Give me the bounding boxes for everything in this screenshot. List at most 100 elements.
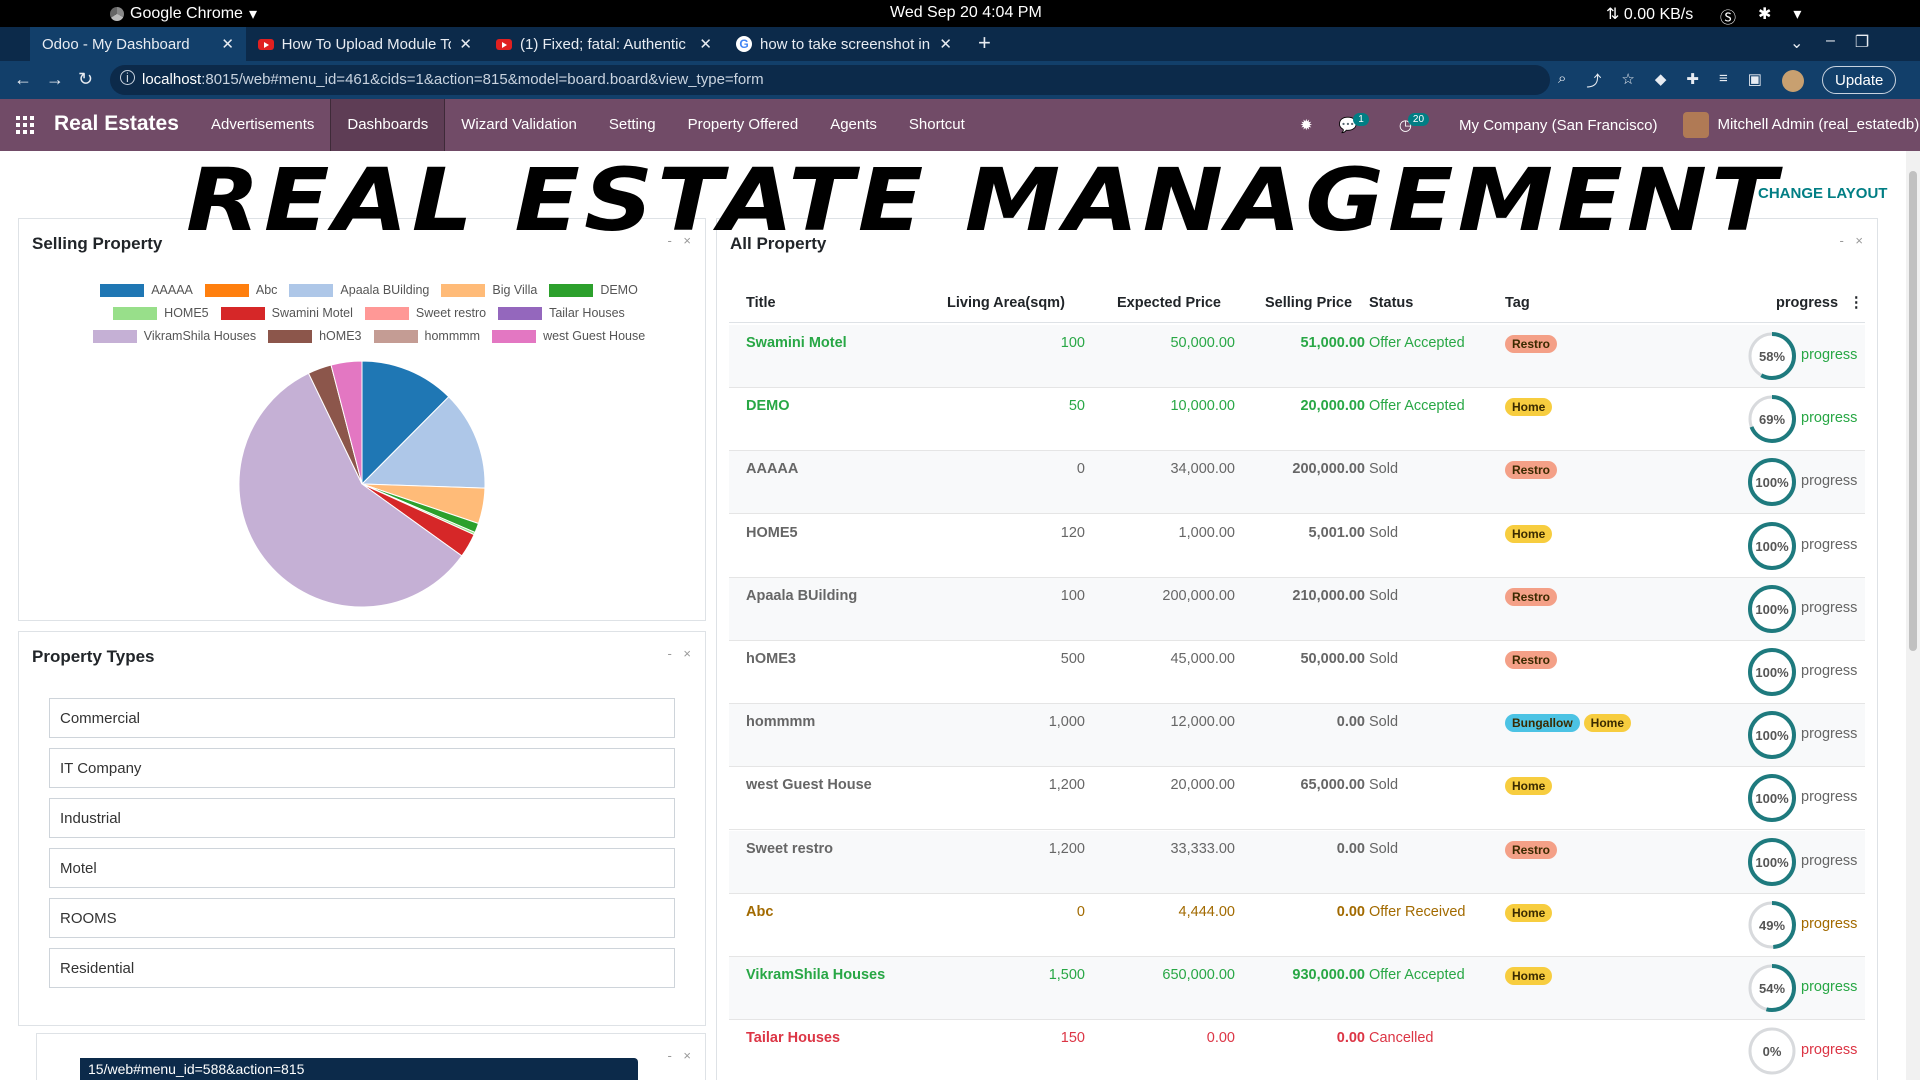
type-item-residential[interactable]: Residential — [49, 948, 675, 988]
back-arrow-icon[interactable]: ← — [14, 69, 32, 90]
page-scrollbar[interactable] — [1906, 151, 1920, 1080]
col-title[interactable]: Title — [746, 295, 776, 311]
table-row[interactable]: HOME5 120 1,000.00 5,001.00 Sold Home 100% prog… — [729, 515, 1865, 578]
legend-item[interactable]: hommmm — [373, 329, 480, 343]
legend-swatch — [92, 329, 137, 343]
legend-item[interactable]: Abc — [204, 283, 277, 297]
table-row[interactable]: Abc 0 4,444.00 0.00 Offer Received Home 49% pro… — [729, 894, 1865, 957]
tab-upload-module[interactable]: How To Upload Module To ✕ — [246, 27, 484, 61]
menu-property-offered[interactable]: Property Offered — [672, 99, 815, 151]
menu-dashboards[interactable]: Dashboards — [330, 99, 446, 151]
table-row[interactable]: Tailar Houses 150 0.00 0.00 Cancelled 0% progr… — [729, 1020, 1865, 1080]
os-top-bar: Google Chrome ▾ Wed Sep 20 4:04 PM ⇅ 0.0… — [0, 0, 1920, 27]
panel-controls[interactable]: - × — [667, 1048, 695, 1063]
maximize-icon[interactable]: ❐ — [1855, 32, 1869, 52]
table-row[interactable]: hommmm 1,000 12,000.00 0.00 Sold Bungallow Hom… — [729, 704, 1865, 768]
forward-arrow-icon[interactable]: → — [46, 69, 64, 90]
tab-odoo-dashboard[interactable]: Odoo - My Dashboard ✕ — [30, 27, 246, 61]
selling-property-panel: Selling Property - × AAAAA Abc Apaala BUil… — [18, 218, 706, 621]
side-panel-icon[interactable]: ▣ — [1748, 70, 1762, 92]
legend-item[interactable]: Tailar Houses — [498, 306, 625, 320]
menu-shortcut[interactable]: Shortcut — [893, 99, 981, 151]
panel-controls[interactable]: - × — [667, 646, 695, 661]
table-row[interactable]: hOME3 500 45,000.00 50,000.00 Sold Restro 100%… — [729, 641, 1865, 704]
col-expected-price[interactable]: Expected Price — [1117, 295, 1221, 311]
col-selling-price[interactable]: Selling Price — [1265, 295, 1352, 311]
scrollbar-thumb[interactable] — [1909, 171, 1917, 651]
col-living-area[interactable]: Living Area(sqm) — [947, 295, 1065, 311]
menu-setting[interactable]: Setting — [593, 99, 672, 151]
clock[interactable]: Wed Sep 20 4:04 PM — [890, 4, 1042, 22]
legend-item[interactable]: HOME5 — [113, 306, 209, 320]
new-tab-plus-icon[interactable]: + — [978, 30, 991, 56]
col-status[interactable]: Status — [1369, 295, 1413, 311]
cell-tags: Restro — [1505, 840, 1561, 859]
table-row[interactable]: DEMO 50 10,000.00 20,000.00 Offer Accepted Ho… — [729, 388, 1865, 452]
table-row[interactable]: west Guest House 1,200 20,000.00 65,000.00 S… — [729, 767, 1865, 831]
menu-agents[interactable]: Agents — [814, 99, 893, 151]
progress-label: progress — [1801, 852, 1858, 869]
col-progress[interactable]: progress — [1776, 295, 1838, 311]
app-menu[interactable]: Google Chrome ▾ — [110, 4, 257, 24]
menu-advertisements[interactable]: Advertisements — [195, 99, 330, 151]
type-item-rooms[interactable]: ROOMS — [49, 898, 675, 938]
tab-screenshot-search[interactable]: G how to take screenshot in ✕ — [724, 27, 964, 61]
progress-percent: 100% — [1755, 728, 1789, 743]
legend-item[interactable]: Swamini Motel — [220, 306, 353, 320]
close-icon[interactable]: ✕ — [459, 35, 472, 53]
legend-item[interactable]: DEMO — [549, 283, 638, 297]
panel-controls[interactable]: - × — [1839, 233, 1867, 248]
progress-percent: 69% — [1759, 412, 1785, 427]
url-bar[interactable]: i localhost:8015/web#menu_id=461&cids=1&… — [110, 65, 1550, 95]
legend-item[interactable]: Big Villa — [441, 283, 537, 297]
reading-list-icon[interactable]: ≡ — [1719, 70, 1728, 92]
apps-grid-icon[interactable] — [16, 116, 34, 134]
update-button[interactable]: Update — [1822, 66, 1897, 94]
table-row[interactable]: Swamini Motel 100 50,000.00 51,000.00 Offer … — [729, 325, 1865, 388]
type-item-commercial[interactable]: Commercial — [49, 698, 675, 738]
system-menu-icon[interactable]: ▾ — [1793, 4, 1801, 28]
tag-badge: Restro — [1505, 840, 1558, 859]
minimize-icon[interactable]: – — [1826, 32, 1835, 52]
type-item-it-company[interactable]: IT Company — [49, 748, 675, 788]
extensions-puzzle-icon[interactable]: ✚ — [1686, 70, 1699, 92]
close-icon[interactable]: ✕ — [221, 35, 234, 53]
type-item-industrial[interactable]: Industrial — [49, 798, 675, 838]
bookmark-star-icon[interactable]: ☆ — [1621, 70, 1634, 92]
table-row[interactable]: VikramShila Houses 1,500 650,000.00 930,000… — [729, 957, 1865, 1020]
company-switcher[interactable]: My Company (San Francisco) — [1459, 117, 1657, 134]
table-row[interactable]: Apaala BUilding 100 200,000.00 210,000.00 So… — [729, 577, 1865, 641]
app-brand[interactable]: Real Estates — [54, 112, 179, 136]
zoom-icon[interactable]: ⌕ — [1558, 70, 1566, 92]
skype-icon[interactable]: Ⓢ — [1720, 4, 1736, 28]
cell-title: AAAAA — [746, 461, 799, 478]
legend-item[interactable]: west Guest House — [492, 329, 645, 343]
legend-item[interactable]: VikramShila Houses — [92, 329, 257, 343]
tab-search-chevron-icon[interactable]: ⌄ — [1790, 33, 1803, 53]
share-icon[interactable]: ⤴ — [1586, 70, 1601, 92]
activity-clock-icon[interactable]: ◷20 — [1399, 113, 1433, 134]
extension-fox-icon[interactable]: ◆ — [1655, 70, 1667, 92]
tab-fixed-fatal[interactable]: (1) Fixed; fatal: Authentic ✕ — [484, 27, 724, 61]
debug-bug-icon[interactable]: ✹ — [1300, 116, 1313, 134]
table-row[interactable]: AAAAA 0 34,000.00 200,000.00 Sold Restro 100% p… — [729, 451, 1865, 515]
menu-wizard-validation[interactable]: Wizard Validation — [445, 99, 593, 151]
legend-item[interactable]: hOME3 — [268, 329, 362, 343]
user-menu[interactable]: Mitchell Admin (real_estatedb) — [1683, 112, 1919, 138]
legend-label: VikramShila Houses — [143, 329, 257, 343]
chat-icon[interactable]: 💬1 — [1339, 113, 1373, 134]
legend-item[interactable]: AAAAA — [100, 283, 193, 297]
type-item-motel[interactable]: Motel — [49, 848, 675, 888]
site-info-icon[interactable]: i — [120, 70, 135, 85]
table-row[interactable]: Sweet restro 1,200 33,333.00 0.00 Sold Restro… — [729, 830, 1865, 894]
reload-icon[interactable]: ↻ — [78, 69, 93, 90]
tag-badge: Home — [1505, 903, 1553, 922]
profile-avatar[interactable] — [1781, 70, 1804, 92]
legend-item[interactable]: Sweet restro — [364, 306, 486, 320]
close-icon[interactable]: ✕ — [939, 35, 952, 53]
col-tag[interactable]: Tag — [1505, 295, 1530, 311]
close-icon[interactable]: ✕ — [699, 35, 712, 53]
legend-item[interactable]: Apaala BUilding — [289, 283, 429, 297]
column-options-kebab-icon[interactable]: ⋮ — [1849, 295, 1864, 311]
slack-icon[interactable]: ✱ — [1758, 4, 1771, 28]
